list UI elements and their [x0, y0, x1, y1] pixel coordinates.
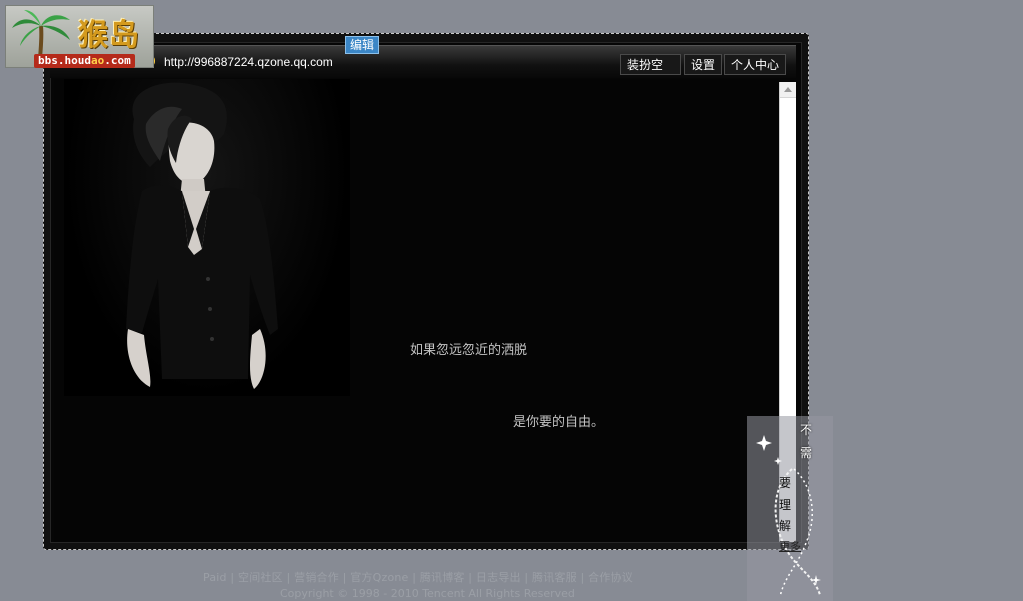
edit-button[interactable]: 编辑: [345, 36, 380, 54]
more-link[interactable]: 更多: [779, 538, 801, 554]
quote-line-1: 如果忽远忽近的洒脱: [410, 343, 528, 358]
settings-button[interactable]: 设置: [684, 54, 722, 75]
widget-char-3: 要: [779, 476, 792, 490]
footer-links[interactable]: Paid | 空间社区 | 营销合作 | 官方Qzone | 腾讯博客 | 日志…: [203, 569, 633, 585]
palm-tree-icon: [12, 10, 70, 59]
widget-char-4: 理: [779, 498, 792, 512]
quote-line-2: 是你要的自由。: [513, 415, 605, 430]
logo-url: bbs.houdao.com: [34, 54, 135, 68]
profile-photo: [64, 79, 350, 396]
widget-char-1: 不: [800, 423, 813, 437]
widget-char-2: 需: [800, 446, 813, 460]
widget-char-5: 解: [779, 519, 792, 533]
dress-space-button[interactable]: 装扮空间: [620, 54, 681, 93]
sparkle-swirl-icon: [756, 435, 821, 598]
footer-copyright: Copyright © 1998 - 2010 Tencent All Righ…: [280, 587, 575, 600]
logo-title: 猴岛: [78, 18, 140, 53]
site-logo: 猴岛 bbs.houdao.com: [5, 5, 154, 68]
personal-center-button[interactable]: 个人中心: [724, 54, 786, 75]
scroll-up-arrow-icon[interactable]: [780, 82, 796, 98]
space-url[interactable]: http://996887224.qzone.qq.com: [164, 55, 333, 69]
